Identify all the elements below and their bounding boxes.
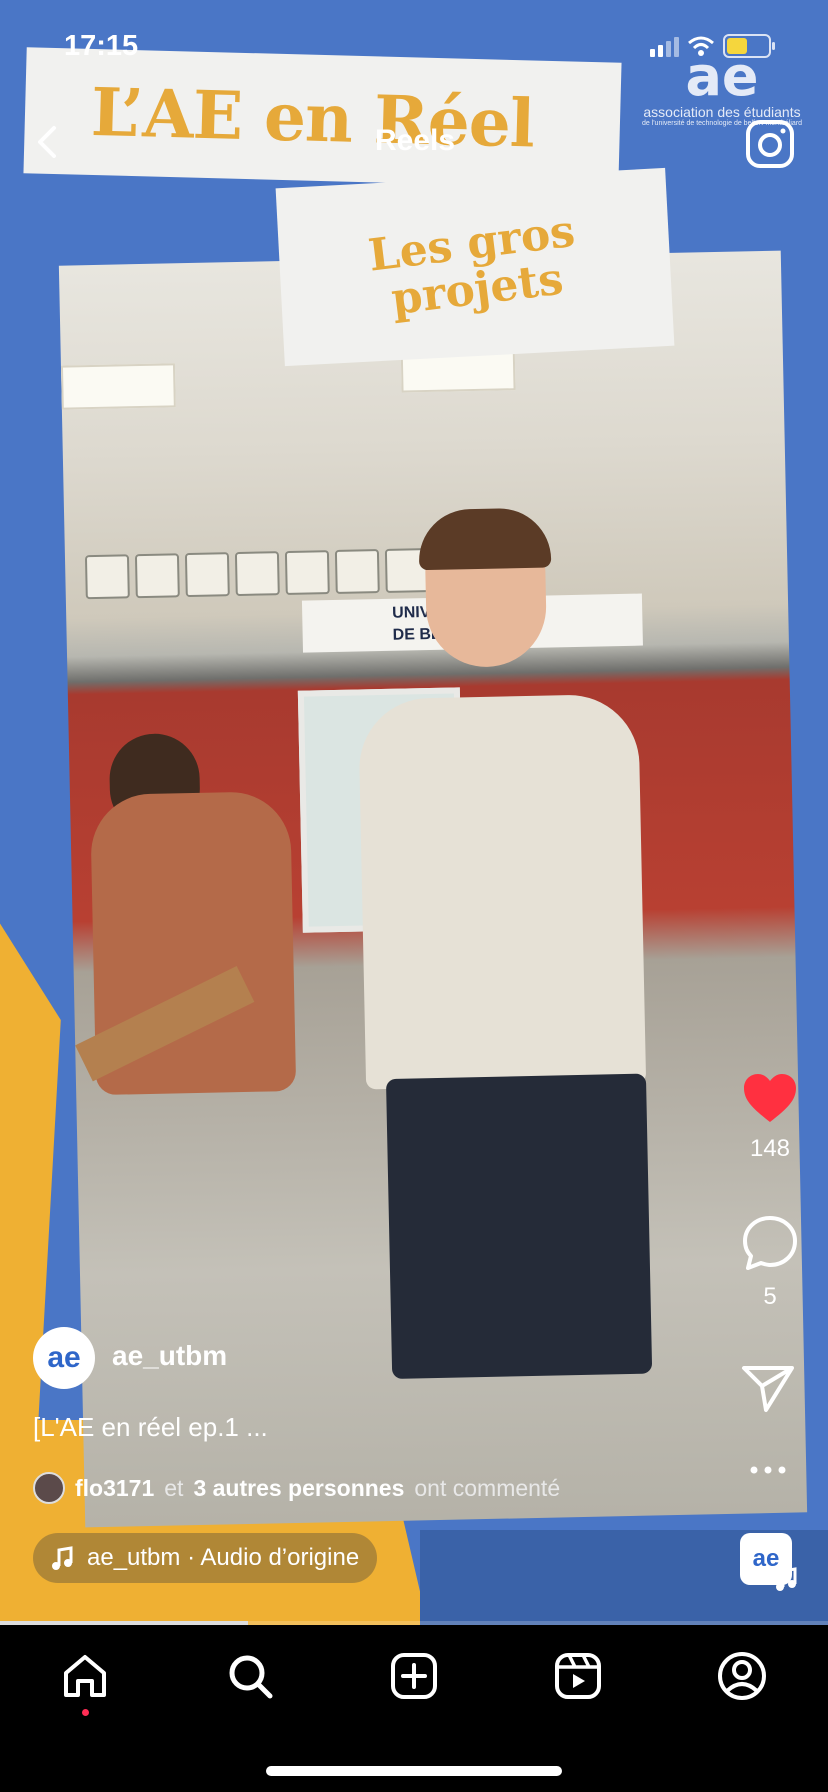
comments-summary[interactable]: flo3171 et 3 autres personnes ont commen…	[33, 1472, 560, 1504]
comments-others: 3 autres personnes	[193, 1474, 405, 1501]
audio-pill[interactable]: ae_utbm · Audio d’origine	[33, 1533, 378, 1583]
home-indicator	[266, 1766, 562, 1776]
reel-video[interactable]: UNIVERSITÉ DE BELFORT L’AE en Réel Les g…	[0, 0, 828, 1625]
profile-icon[interactable]	[715, 1649, 769, 1703]
ceiling-light	[60, 363, 176, 410]
commenter-avatar	[33, 1472, 65, 1504]
comments-joiner: et	[164, 1474, 184, 1501]
battery-icon	[723, 34, 775, 58]
home-icon[interactable]	[58, 1649, 112, 1703]
post-caption[interactable]: [L'AE en réel ep.1 ...	[33, 1412, 268, 1443]
back-chevron-icon[interactable]	[30, 122, 66, 162]
comment-button[interactable]: 5	[734, 1214, 806, 1311]
audio-note-icon	[776, 1567, 797, 1591]
home-notification-dot	[82, 1709, 89, 1716]
heart-icon[interactable]	[742, 1072, 798, 1124]
video-frame: UNIVERSITÉ DE BELFORT	[58, 250, 808, 1528]
comment-count: 5	[763, 1283, 777, 1310]
more-options-icon[interactable]	[748, 1462, 788, 1478]
status-time: 17:15	[64, 30, 139, 62]
audio-label: ae_utbm · Audio d’origine	[87, 1544, 360, 1571]
page-title: Reels	[374, 124, 456, 157]
presenter	[314, 507, 665, 1520]
cellular-signal-icon	[650, 35, 679, 57]
like-button[interactable]: 148	[734, 1072, 806, 1163]
camera-icon[interactable]	[744, 118, 796, 170]
logo-mark: ae	[685, 45, 759, 108]
comments-suffix: ont commenté	[414, 1474, 561, 1501]
plus-square-icon[interactable]	[387, 1649, 441, 1703]
author-username[interactable]: ae_utbm	[112, 1340, 227, 1372]
status-icons	[650, 34, 775, 58]
commenter-name: flo3171	[75, 1474, 155, 1501]
reels-screen: UNIVERSITÉ DE BELFORT L’AE en Réel Les g…	[0, 0, 828, 1792]
search-icon[interactable]	[223, 1649, 277, 1703]
reels-icon[interactable]	[551, 1649, 605, 1703]
subtitle-card: Les gros projets	[275, 167, 675, 367]
music-note-icon	[52, 1546, 73, 1570]
comment-icon[interactable]	[741, 1214, 799, 1272]
like-count: 148	[749, 1135, 791, 1162]
avatar-mark: ae	[47, 1341, 81, 1374]
author-avatar[interactable]: ae	[33, 1327, 95, 1389]
wifi-icon	[688, 36, 714, 56]
title-card: L’AE en Réel	[23, 47, 622, 189]
share-icon[interactable]	[740, 1362, 796, 1414]
